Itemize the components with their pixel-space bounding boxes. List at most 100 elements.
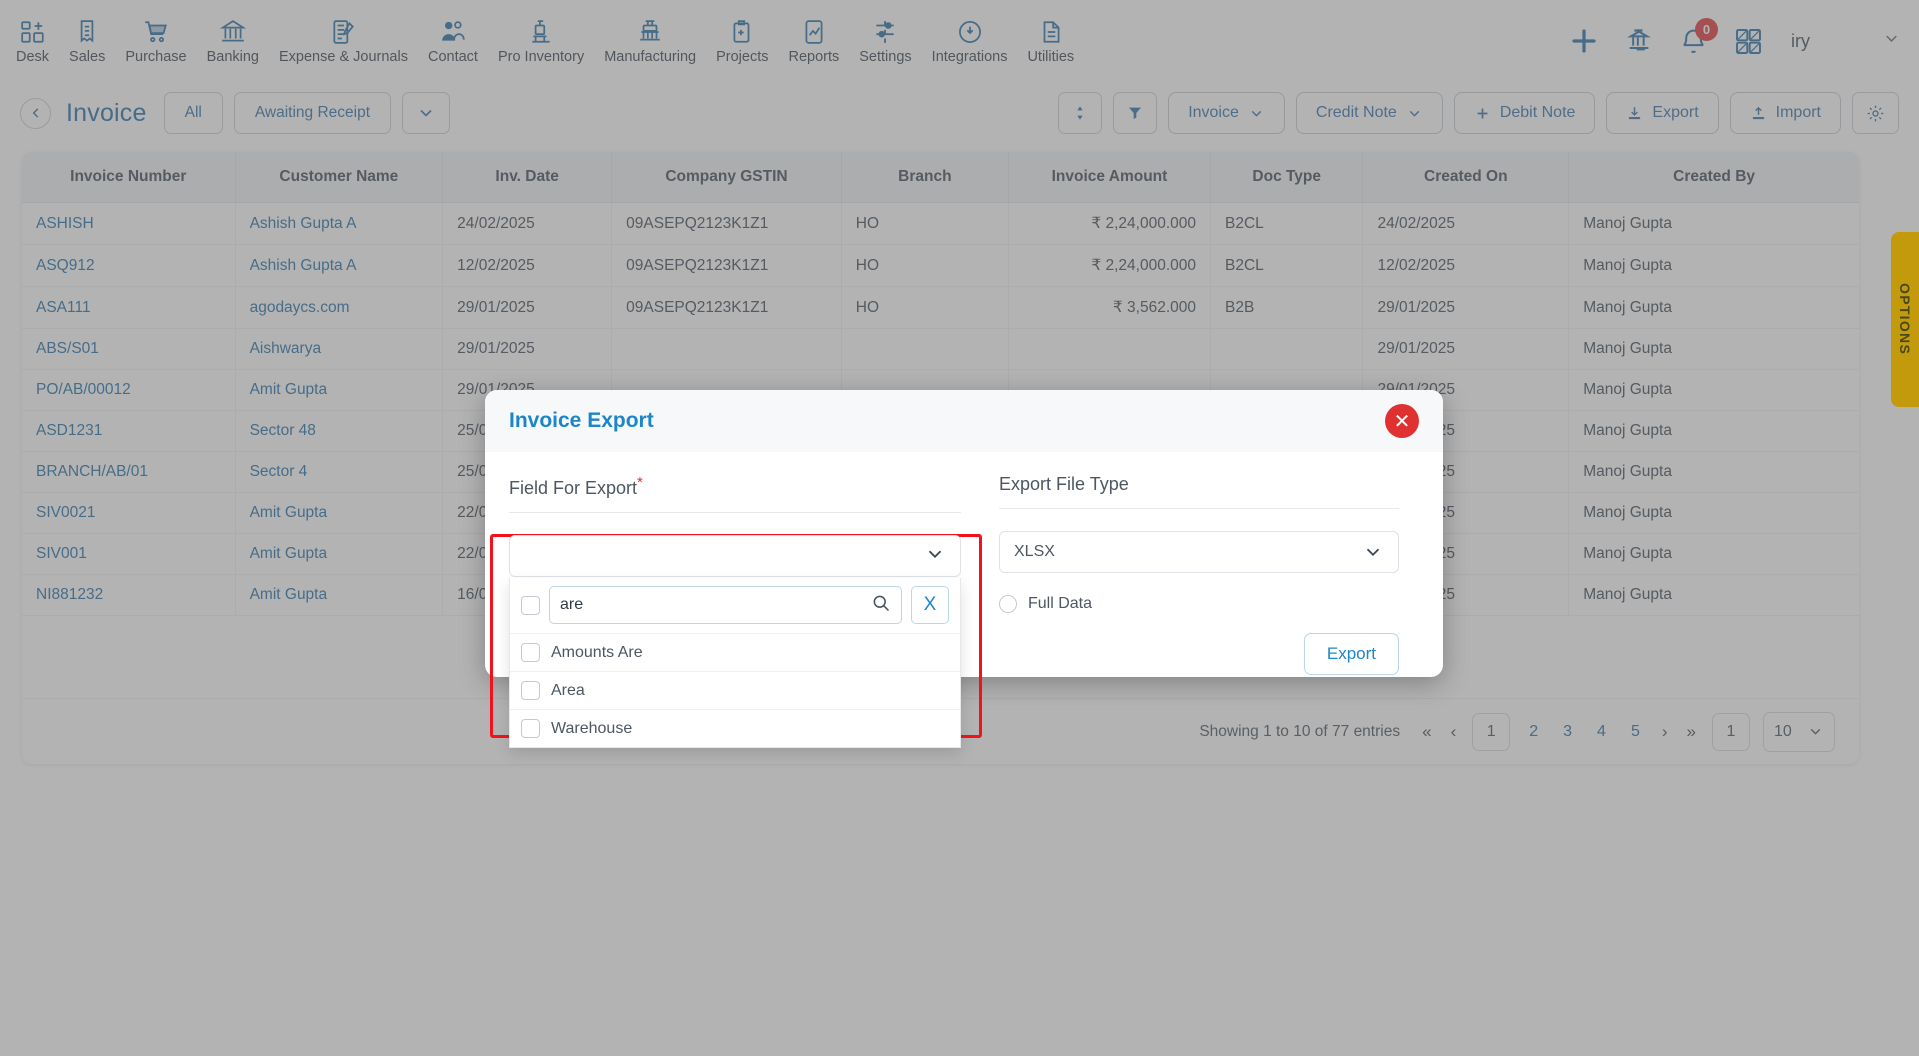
filter-more-chevron-down-icon[interactable] [402, 92, 450, 134]
chevron-down-icon [924, 543, 946, 570]
table-row[interactable]: ASHISHAshish Gupta A24/02/202509ASEPQ212… [22, 203, 1859, 245]
nav-item-sales[interactable]: Sales [59, 15, 115, 67]
table-cell[interactable]: SIV0021 [22, 493, 235, 534]
bank-transfer-icon[interactable] [1625, 27, 1653, 55]
table-row[interactable]: ASQ912Ashish Gupta A12/02/202509ASEPQ212… [22, 245, 1859, 287]
table-cell[interactable]: Ashish Gupta A [235, 245, 443, 287]
nav-item-desk[interactable]: Desk [6, 15, 59, 67]
full-data-radio[interactable] [999, 595, 1017, 613]
filter-tab-all[interactable]: All [164, 92, 223, 134]
dropdown-search-row: X [510, 578, 960, 633]
table-cell[interactable]: Sector 4 [235, 452, 443, 493]
filter-funnel-button[interactable] [1113, 92, 1157, 134]
pagination-next[interactable]: › [1659, 722, 1671, 742]
table-cell[interactable]: Aishwarya [235, 329, 443, 370]
table-cell[interactable]: Amit Gupta [235, 370, 443, 411]
table-cell[interactable]: Ashish Gupta A [235, 203, 443, 245]
invoice-dropdown-button[interactable]: Invoice [1168, 92, 1285, 134]
table-cell[interactable]: BRANCH/AB/01 [22, 452, 235, 493]
table-cell[interactable]: agodaycs.com [235, 287, 443, 329]
nav-item-expense-journals[interactable]: Expense & Journals [269, 15, 418, 67]
clear-search-button[interactable]: X [911, 586, 949, 624]
col-created-by[interactable]: Created By [1569, 152, 1859, 203]
nav-item-reports[interactable]: Reports [778, 15, 849, 67]
pagination-page-5[interactable]: 5 [1625, 723, 1646, 741]
col-invoice-number[interactable]: Invoice Number [22, 152, 235, 203]
table-cell[interactable]: Amit Gupta [235, 575, 443, 616]
table-row[interactable]: ASA111agodaycs.com29/01/202509ASEPQ2123K… [22, 287, 1859, 329]
table-cell[interactable]: ASA111 [22, 287, 235, 329]
table-cell[interactable]: Amit Gupta [235, 534, 443, 575]
search-icon[interactable] [871, 593, 891, 618]
nav-item-pro-inventory[interactable]: Pro Inventory [488, 15, 594, 67]
apps-grid-icon[interactable] [1734, 27, 1763, 56]
dropdown-option-area[interactable]: Area [510, 671, 960, 709]
col-customer-name[interactable]: Customer Name [235, 152, 443, 203]
col-created-on[interactable]: Created On [1363, 152, 1569, 203]
table-cell[interactable]: ASD1231 [22, 411, 235, 452]
table-cell: Manoj Gupta [1569, 287, 1859, 329]
table-row[interactable]: ABS/S01Aishwarya29/01/202529/01/2025Mano… [22, 329, 1859, 370]
close-icon[interactable]: ✕ [1385, 404, 1419, 438]
username-label[interactable]: iry [1791, 31, 1810, 52]
table-cell[interactable]: Amit Gupta [235, 493, 443, 534]
dropdown-option-warehouse[interactable]: Warehouse [510, 709, 960, 747]
col-inv-date[interactable]: Inv. Date [443, 152, 612, 203]
option-checkbox[interactable] [521, 643, 540, 662]
nav-item-settings[interactable]: Settings [849, 15, 921, 67]
table-cell[interactable]: Sector 48 [235, 411, 443, 452]
col-invoice-amount[interactable]: Invoice Amount [1008, 152, 1210, 203]
nav-item-manufacturing[interactable]: Manufacturing [594, 15, 706, 67]
pagination-last[interactable]: » [1684, 722, 1699, 742]
notifications-bell[interactable]: 0 [1679, 27, 1708, 56]
modal-export-button[interactable]: Export [1304, 633, 1399, 675]
col-company-gstin[interactable]: Company GSTIN [612, 152, 842, 203]
pagination-page-3[interactable]: 3 [1557, 723, 1578, 741]
nav-item-utilities[interactable]: Utilities [1017, 15, 1084, 67]
page-size-select[interactable]: 10 [1763, 712, 1835, 752]
pagination-page-1[interactable]: 1 [1472, 713, 1510, 751]
nav-item-purchase[interactable]: Purchase [115, 15, 196, 67]
dropdown-option-amounts-are[interactable]: Amounts Are [510, 633, 960, 671]
table-cell[interactable]: NI881232 [22, 575, 235, 616]
nav-label: Banking [207, 49, 259, 65]
nav-item-integrations[interactable]: Integrations [922, 15, 1018, 67]
export-button[interactable]: Export [1606, 92, 1718, 134]
table-cell[interactable]: SIV001 [22, 534, 235, 575]
pagination-first[interactable]: « [1419, 722, 1434, 742]
nav-item-banking[interactable]: Banking [197, 15, 269, 67]
field-for-export-select[interactable] [509, 535, 961, 577]
export-file-type-select[interactable]: XLSX [999, 531, 1399, 573]
table-cell[interactable]: ABS/S01 [22, 329, 235, 370]
debit-note-button[interactable]: Debit Note [1454, 92, 1596, 134]
user-menu-chevron-down-icon[interactable] [1882, 29, 1901, 53]
import-button[interactable]: Import [1730, 92, 1841, 134]
col-branch[interactable]: Branch [841, 152, 1008, 203]
nav-item-projects[interactable]: Projects [706, 15, 778, 67]
add-new-button[interactable] [1569, 26, 1599, 56]
filter-tab-awaiting-receipt[interactable]: Awaiting Receipt [234, 92, 391, 134]
table-settings-gear-button[interactable] [1852, 92, 1899, 134]
credit-note-dropdown-button[interactable]: Credit Note [1296, 92, 1443, 134]
table-cell: Manoj Gupta [1569, 329, 1859, 370]
pagination-page-2[interactable]: 2 [1523, 723, 1544, 741]
options-side-tab[interactable]: OPTIONS [1891, 232, 1919, 407]
col-doc-type[interactable]: Doc Type [1210, 152, 1362, 203]
option-checkbox[interactable] [521, 719, 540, 738]
nav-label: Desk [16, 49, 49, 65]
table-cell[interactable]: PO/AB/00012 [22, 370, 235, 411]
page-title: Invoice [66, 99, 147, 128]
pagination-page-4[interactable]: 4 [1591, 723, 1612, 741]
back-button[interactable] [20, 98, 51, 129]
table-cell[interactable]: ASHISH [22, 203, 235, 245]
nav-item-contact[interactable]: Contact [418, 15, 488, 67]
page-toolbar: Invoice All Awaiting Receipt Invoic [0, 82, 1919, 144]
pagination-prev[interactable]: ‹ [1448, 722, 1460, 742]
select-all-checkbox[interactable] [521, 596, 540, 615]
option-checkbox[interactable] [521, 681, 540, 700]
sort-button[interactable] [1058, 92, 1102, 134]
full-data-radio-row[interactable]: Full Data [999, 595, 1399, 613]
search-input[interactable] [560, 596, 865, 614]
table-cell[interactable]: ASQ912 [22, 245, 235, 287]
pagination-goto-input[interactable]: 1 [1712, 713, 1750, 751]
